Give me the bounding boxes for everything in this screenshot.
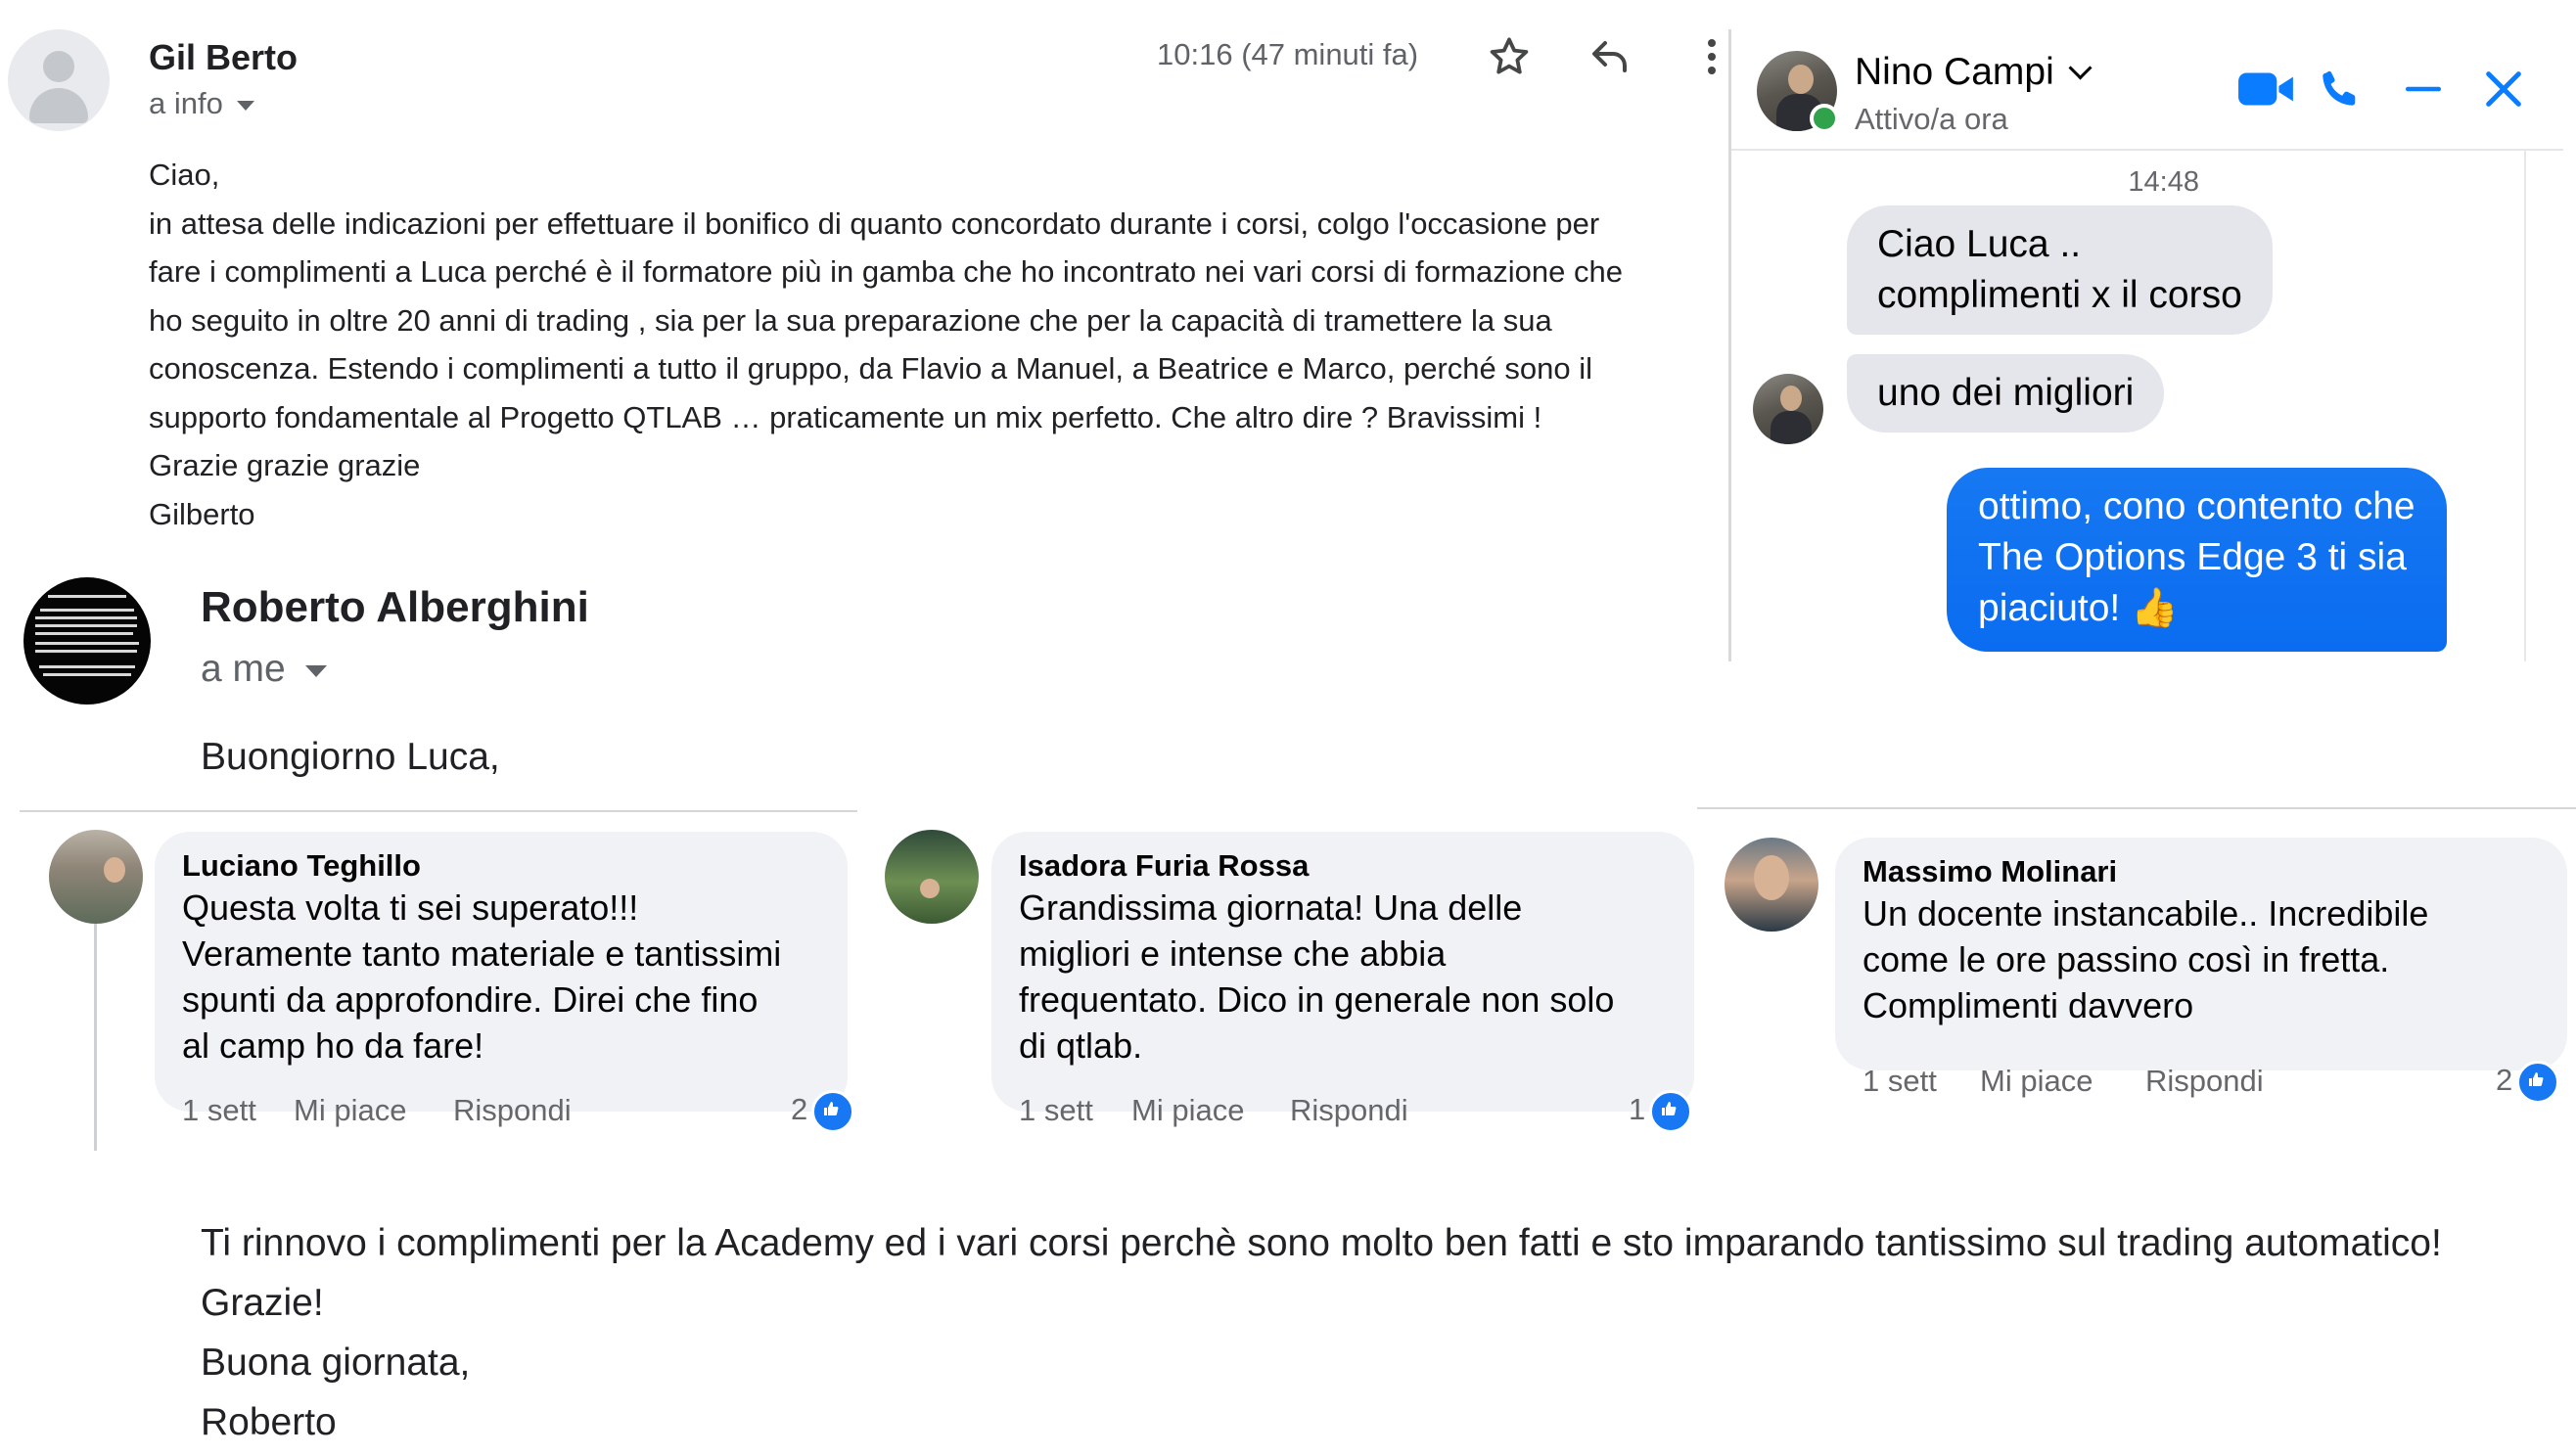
comment-author[interactable]: Isadora Furia Rossa bbox=[1019, 847, 1665, 885]
like-count[interactable]: 2 bbox=[791, 1090, 855, 1133]
body-line: Ciao, bbox=[149, 158, 220, 192]
comment-bubble: Isadora Furia Rossa Grandissima giornata… bbox=[991, 832, 1694, 1112]
commenter-avatar[interactable] bbox=[49, 830, 143, 924]
incoming-message: uno dei migliori bbox=[1847, 354, 2165, 432]
thumbs-up-icon bbox=[2516, 1061, 2560, 1104]
like-button[interactable]: Mi piace bbox=[1131, 1093, 1244, 1128]
body-line: Grazie grazie grazie bbox=[149, 448, 421, 482]
comment-line: come le ore passino così in fretta. bbox=[1863, 939, 2390, 979]
online-status-indicator bbox=[1810, 104, 1839, 133]
sender-avatar bbox=[8, 29, 110, 131]
comment-age: 1 sett bbox=[1019, 1093, 1093, 1127]
comment-author[interactable]: Luciano Teghillo bbox=[182, 847, 818, 885]
reply-icon[interactable] bbox=[1586, 33, 1634, 80]
body-line: ho seguito in oltre 20 anni di trading ,… bbox=[149, 302, 1552, 338]
messenger-chat-window: Nino Campi Attivo/a ora 14:48 Ciao Luca … bbox=[1728, 29, 2563, 661]
email-closing: Ti rinnovo i complimenti per la Academy … bbox=[201, 1213, 2442, 1452]
more-vertical-icon[interactable] bbox=[1699, 33, 1725, 80]
comment-line: Questa volta ti sei superato!!! bbox=[182, 887, 639, 928]
comment-age: 1 sett bbox=[1863, 1064, 1937, 1098]
comment-line: di qtlab. bbox=[1019, 1025, 1143, 1066]
message-line: The Options Edge 3 ti sia bbox=[1978, 536, 2407, 578]
comment-line: frequentato. Dico in generale non solo bbox=[1019, 979, 1615, 1020]
like-button[interactable]: Mi piace bbox=[1980, 1064, 2093, 1099]
email-greeting: Buongiorno Luca, bbox=[201, 736, 500, 778]
recipient-dropdown[interactable]: a me bbox=[201, 648, 327, 691]
sender-avatar bbox=[23, 577, 151, 705]
comment-line: migliori e intense che abbia bbox=[1019, 933, 1447, 974]
divider bbox=[20, 810, 857, 812]
closing-line: Ti rinnovo i complimenti per la Academy … bbox=[201, 1222, 2442, 1264]
comment-author[interactable]: Massimo Molinari bbox=[1863, 853, 2538, 890]
body-line: conoscenza. Estendo i complimenti a tutt… bbox=[149, 351, 1593, 386]
chat-scrollbar[interactable] bbox=[2524, 149, 2526, 661]
commenter-avatar[interactable] bbox=[1725, 838, 1818, 932]
comment-line: Complimenti davvero bbox=[1863, 985, 2194, 1025]
comment-bubble: Luciano Teghillo Questa volta ti sei sup… bbox=[155, 832, 848, 1112]
recipient-label: a info bbox=[149, 86, 223, 120]
comment-line: Veramente tanto materiale e tantissimi bbox=[182, 933, 782, 974]
contact-name: Nino Campi bbox=[1855, 51, 2054, 93]
like-count[interactable]: 2 bbox=[2496, 1061, 2560, 1104]
minimize-icon[interactable] bbox=[2403, 67, 2444, 112]
email-timestamp: 10:16 (47 minuti fa) bbox=[1157, 37, 1419, 71]
incoming-message: Ciao Luca .. complimenti x il corso bbox=[1847, 205, 2273, 335]
body-line: fare i complimenti a Luca perché è il fo… bbox=[149, 254, 1623, 289]
body-line: in attesa delle indicazioni per effettua… bbox=[149, 205, 1600, 241]
comment-line: al camp ho da fare! bbox=[182, 1025, 484, 1066]
comment-bubble: Massimo Molinari Un docente instancabile… bbox=[1835, 838, 2567, 1070]
closing-line: Buona giornata, bbox=[201, 1342, 471, 1384]
email-body: Ciao, in attesa delle indicazioni per ef… bbox=[149, 151, 1725, 538]
divider bbox=[1697, 807, 2576, 809]
comment-line: spunti da approfondire. Direi che fino bbox=[182, 979, 759, 1020]
chevron-down-icon bbox=[2068, 56, 2093, 80]
like-count[interactable]: 1 bbox=[1629, 1090, 1693, 1133]
reply-button[interactable]: Rispondi bbox=[453, 1093, 572, 1128]
thumbs-up-icon bbox=[811, 1090, 855, 1133]
comment-line: Grandissima giornata! Una delle bbox=[1019, 887, 1523, 928]
comment-line: Un docente instancabile.. Incredibile bbox=[1863, 893, 2429, 933]
like-button[interactable]: Mi piace bbox=[294, 1093, 406, 1128]
contact-status: Attivo/a ora bbox=[1855, 102, 2008, 136]
chat-timestamp: 14:48 bbox=[2128, 166, 2199, 198]
like-count-value: 2 bbox=[791, 1092, 808, 1127]
thumbs-up-icon bbox=[1649, 1090, 1693, 1133]
body-line: supporto fondamentale al Progetto QTLAB … bbox=[149, 399, 1542, 434]
reply-button[interactable]: Rispondi bbox=[2145, 1064, 2264, 1099]
like-count-value: 1 bbox=[1629, 1092, 1646, 1127]
recipient-dropdown[interactable]: a info bbox=[149, 86, 254, 121]
reply-button[interactable]: Rispondi bbox=[1290, 1093, 1408, 1128]
caret-down-icon bbox=[304, 664, 327, 677]
like-count-value: 2 bbox=[2496, 1063, 2513, 1098]
body-line: Gilberto bbox=[149, 496, 255, 531]
message-line: uno dei migliori bbox=[1877, 372, 2135, 414]
close-icon[interactable] bbox=[2481, 67, 2526, 112]
message-line: piaciuto! 👍 bbox=[1978, 587, 2179, 629]
contact-name-dropdown[interactable]: Nino Campi bbox=[1855, 51, 2093, 94]
video-call-icon[interactable] bbox=[2236, 68, 2297, 110]
phone-call-icon[interactable] bbox=[2317, 67, 2362, 112]
sender-name: Roberto Alberghini bbox=[201, 583, 589, 631]
chat-header: Nino Campi Attivo/a ora bbox=[1731, 29, 2563, 151]
thread-line bbox=[94, 920, 97, 1151]
message-line: Ciao Luca .. bbox=[1877, 223, 2082, 265]
closing-line: Grazie! bbox=[201, 1282, 324, 1324]
message-line: complimenti x il corso bbox=[1877, 274, 2242, 316]
star-icon[interactable] bbox=[1486, 33, 1533, 80]
sender-name: Gil Berto bbox=[149, 37, 299, 77]
outgoing-message: ottimo, cono contento che The Options Ed… bbox=[1947, 468, 2447, 652]
closing-line: Roberto bbox=[201, 1401, 337, 1443]
sender-small-avatar bbox=[1753, 374, 1823, 444]
message-line: ottimo, cono contento che bbox=[1978, 485, 2415, 527]
commenter-avatar[interactable] bbox=[885, 830, 979, 924]
recipient-label: a me bbox=[201, 648, 286, 690]
comment-age: 1 sett bbox=[182, 1093, 256, 1127]
caret-down-icon bbox=[236, 100, 254, 111]
